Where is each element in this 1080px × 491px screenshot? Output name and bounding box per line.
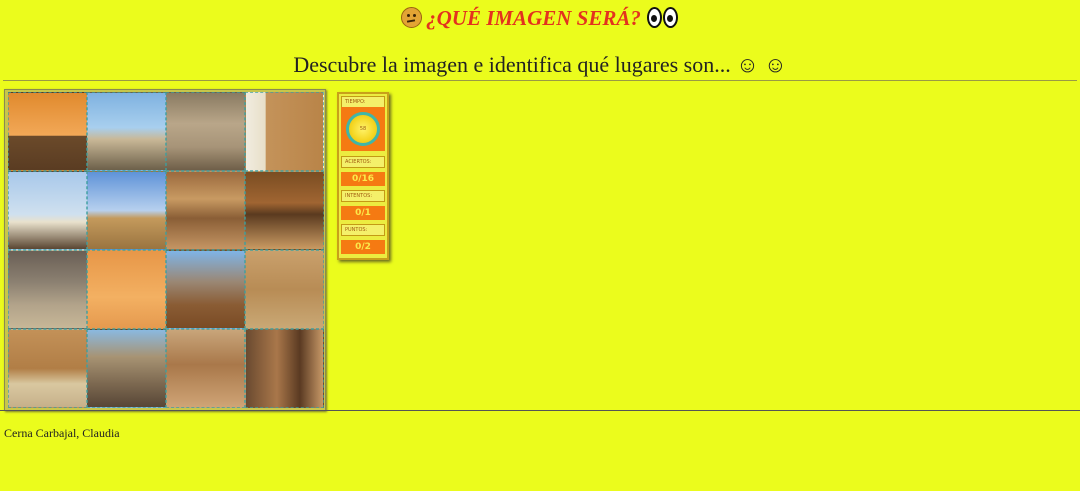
puzzle-tile-wooden-boardwalk[interactable]	[245, 171, 324, 250]
puzzle-tile-coastal-cliff[interactable]	[87, 92, 166, 171]
attempts-value: 0/1	[341, 206, 385, 220]
puzzle-tile-sunset-with-totem[interactable]	[8, 92, 87, 171]
stats-panel: TIEMPO: 58 ACIERTOS: 0/16 INTENTOS: 0/1 …	[337, 92, 389, 260]
points-label: PUNTOS:	[341, 224, 385, 236]
thinking-face-icon	[401, 7, 423, 28]
puzzle-tile-rocky-hill-shelter[interactable]	[166, 250, 245, 329]
puzzle-tile-carved-frieze-wall[interactable]	[8, 329, 87, 408]
puzzle-tile-carved-relief-wall[interactable]	[245, 250, 324, 329]
puzzle-board	[4, 89, 326, 411]
top-divider	[3, 80, 1077, 81]
page-title-row: ¿QUÉ IMAGEN SERÁ?	[0, 4, 1080, 35]
time-value: 58	[359, 126, 367, 132]
puzzle-tile-wooden-posts-walkway[interactable]	[245, 329, 324, 408]
puzzle-tile-white-dome-tent[interactable]	[8, 171, 87, 250]
attempts-label: INTENTOS:	[341, 190, 385, 202]
eyes-icon	[646, 7, 679, 35]
puzzle-tile-sand-hill-ground[interactable]	[8, 250, 87, 329]
puzzle-tile-hill-with-ruins[interactable]	[87, 329, 166, 408]
timer-clock-icon: 58	[346, 112, 380, 146]
puzzle-tile-adobe-wall-with-statue[interactable]	[245, 92, 324, 171]
puzzle-tile-excavation-site[interactable]	[166, 329, 245, 408]
page-title: ¿QUÉ IMAGEN SERÁ?	[426, 6, 641, 30]
hits-label: ACIERTOS:	[341, 156, 385, 168]
puzzle-tile-adobe-wall-blue-sky[interactable]	[87, 171, 166, 250]
puzzle-tile-totem-silhouette-sunset[interactable]	[87, 250, 166, 329]
timer-box: 58	[341, 107, 385, 151]
page-subtitle: Descubre la imagen e identifica qué luga…	[293, 52, 787, 77]
puzzle-tile-adobe-wall-ruins[interactable]	[166, 92, 245, 171]
puzzle-tile-visitors-walking[interactable]	[166, 171, 245, 250]
puzzle-grid	[8, 92, 324, 408]
hits-value: 0/16	[341, 172, 385, 186]
points-value: 0/2	[341, 240, 385, 254]
author-credit: Cerna Carbajal, Claudia	[4, 426, 120, 440]
bottom-divider	[0, 410, 1080, 411]
